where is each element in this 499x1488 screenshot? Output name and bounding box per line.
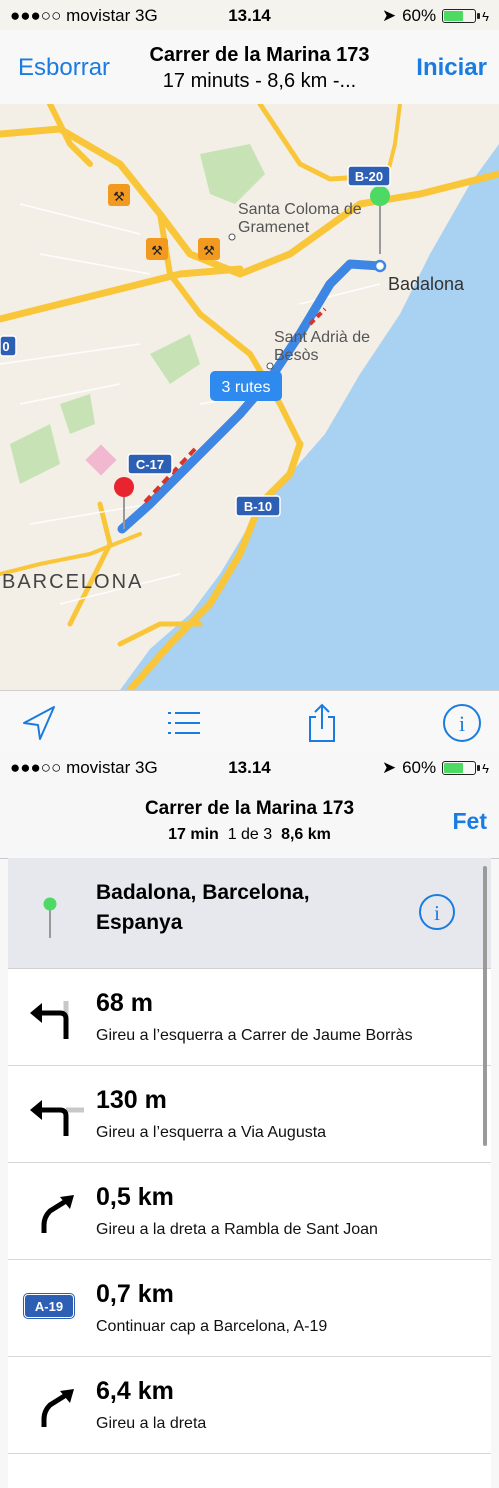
list-icon[interactable]	[162, 701, 206, 745]
routes-badge-button: 3 rutes	[210, 371, 282, 401]
directions-screen: ●●●○○ movistar 3G 13.14 ➤ 60% ϟ Carrer d…	[0, 752, 499, 1488]
step-instruction: Gireu a la dreta	[96, 1415, 207, 1432]
highway-shield-b20-icon: B-20	[347, 165, 391, 187]
roadwork-icon: ⚒	[108, 184, 130, 206]
svg-text:3 rutes: 3 rutes	[222, 379, 271, 396]
map-label-badalona: Badalona	[388, 274, 465, 294]
destination-line-1: Badalona, Barcelona,	[96, 881, 310, 904]
battery-percent: 60%	[402, 6, 437, 25]
green-pin-icon	[43, 897, 57, 938]
route-summary: 17 minuts - 8,6 km -...	[162, 70, 357, 92]
svg-text:C-17: C-17	[136, 457, 164, 472]
turn-left-icon	[30, 1100, 84, 1136]
map-label-santa-coloma: Santa Coloma de	[238, 201, 362, 218]
clear-button[interactable]: Esborrar	[18, 54, 110, 82]
map-screen: ●●●○○ movistar 3G 13.14 ➤ 60% ϟ Esborrar…	[0, 0, 499, 752]
status-bar: ●●●○○ movistar 3G 13.14 ➤ 60% ϟ	[0, 752, 499, 782]
list-item[interactable]: 130 m Gireu a l’esquerra a Via Augusta	[8, 1066, 491, 1163]
list-item[interactable]: A-19 0,7 km Continuar cap a Barcelona, A…	[8, 1260, 491, 1357]
status-right: ➤ 60% ϟ	[382, 6, 489, 26]
location-arrow-icon[interactable]	[16, 701, 60, 745]
status-right: ➤ 60% ϟ	[382, 758, 489, 778]
destination-label: Badalona, Barcelona, Espanya	[96, 878, 356, 938]
map-label-besos: Besòs	[274, 347, 318, 364]
highway-shield-b10-icon: B-10	[235, 495, 281, 517]
svg-text:⚒: ⚒	[151, 243, 163, 258]
highway-shield-icon: A-19	[24, 1294, 74, 1318]
roadwork-icon: ⚒	[146, 238, 168, 260]
charging-icon: ϟ	[482, 760, 489, 776]
map-label-sant-adria: Sant Adrià de	[274, 329, 370, 346]
svg-text:⚒: ⚒	[203, 243, 215, 258]
step-distance: 6,4 km	[96, 1377, 174, 1405]
list-item[interactable]: 0,5 km Gireu a la dreta a Rambla de Sant…	[8, 1163, 491, 1260]
location-services-icon: ➤	[381, 758, 397, 777]
step-distance: 0,5 km	[96, 1183, 174, 1211]
svg-text:⚒: ⚒	[113, 189, 125, 204]
destination-line-2: Espanya	[96, 911, 183, 934]
route-nav-bar: Esborrar Carrer de la Marina 173 17 minu…	[0, 30, 499, 105]
bear-right-icon	[32, 1195, 74, 1235]
scrollbar[interactable]	[483, 866, 487, 1146]
step-distance: 0,7 km	[96, 1280, 174, 1308]
location-services-icon: ➤	[381, 6, 397, 25]
directions-nav-bar: Carrer de la Marina 173 17 min 1 de 3 8,…	[0, 782, 499, 859]
info-icon[interactable]: i	[440, 701, 484, 745]
directions-title: Carrer de la Marina 173	[144, 798, 355, 819]
map-label-gramenet: Gramenet	[238, 219, 310, 236]
list-item[interactable]: 68 m Gireu a l’esquerra a Carrer de Jaum…	[8, 969, 491, 1066]
step-instruction: Continuar cap a Barcelona, A-19	[96, 1318, 328, 1335]
route-time: 17 min	[168, 826, 219, 843]
info-icon[interactable]: i	[415, 890, 459, 934]
charging-icon: ϟ	[482, 8, 489, 24]
share-icon[interactable]	[300, 701, 344, 745]
battery-icon	[442, 761, 481, 775]
step-distance: 130 m	[96, 1086, 167, 1114]
route-index: 1 de 3	[227, 826, 273, 843]
map-label-barcelona: BARCELONA	[2, 571, 143, 593]
svg-text:B-10: B-10	[244, 499, 272, 514]
route-origin-marker	[373, 259, 387, 273]
turn-left-icon	[30, 1001, 69, 1039]
done-button[interactable]: Fet	[453, 808, 488, 835]
highway-shield-c17-icon: C-17	[127, 453, 173, 475]
step-instruction: Gireu a l’esquerra a Carrer de Jaume Bor…	[96, 1027, 413, 1044]
directions-list[interactable]: Badalona, Barcelona, Espanya i 68 m Gire…	[8, 858, 491, 1488]
svg-text:i: i	[459, 711, 465, 736]
highway-shield-edge-icon: 0	[0, 335, 17, 357]
destination-row[interactable]: Badalona, Barcelona, Espanya i	[8, 858, 491, 969]
battery-percent: 60%	[402, 758, 437, 777]
svg-text:B-20: B-20	[355, 169, 383, 184]
battery-icon	[442, 9, 481, 23]
step-instruction: Gireu a la dreta a Rambla de Sant Joan	[96, 1221, 378, 1238]
start-button[interactable]: Iniciar	[416, 54, 487, 82]
map-view[interactable]: ⚒ ⚒ ⚒ Santa Coloma de Gramenet Badalona …	[0, 104, 499, 690]
route-meta: 17 min 1 de 3 8,6 km	[0, 826, 499, 844]
map-toolbar: i	[0, 690, 499, 752]
step-instruction: Gireu a l’esquerra a Via Augusta	[96, 1124, 327, 1141]
status-bar: ●●●○○ movistar 3G 13.14 ➤ 60% ϟ	[0, 0, 499, 30]
bear-right-icon	[41, 1389, 74, 1427]
svg-text:0: 0	[2, 339, 9, 354]
svg-text:i: i	[434, 901, 440, 925]
route-title: Carrer de la Marina 173	[149, 44, 370, 66]
list-item[interactable]: 6,4 km Gireu a la dreta	[8, 1357, 491, 1454]
route-distance: 8,6 km	[281, 826, 331, 843]
step-distance: 68 m	[96, 989, 153, 1017]
roadwork-icon: ⚒	[198, 238, 220, 260]
